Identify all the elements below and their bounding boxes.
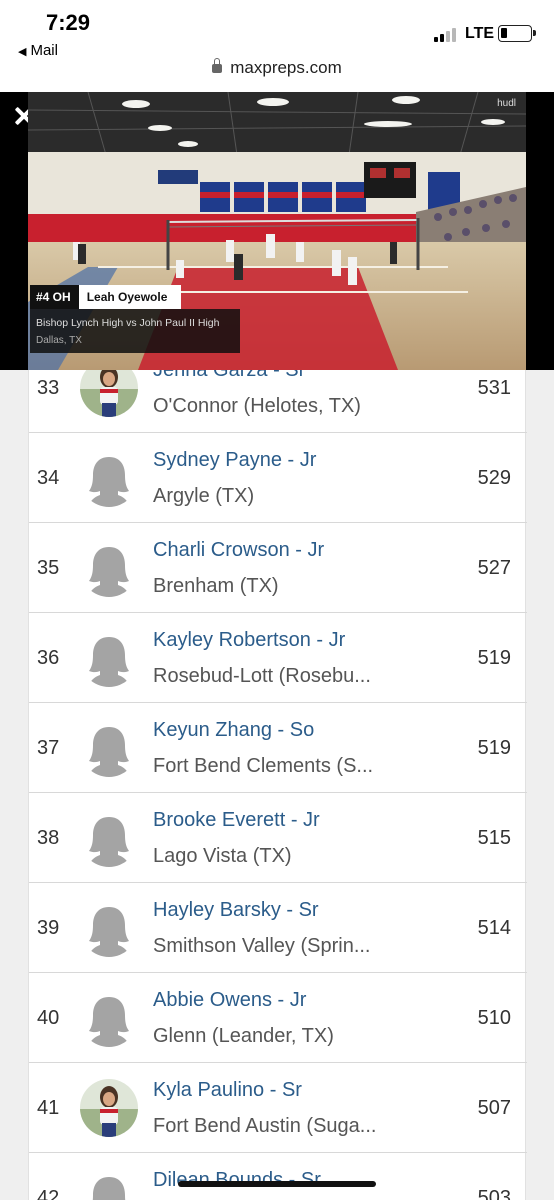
school-name: Brenham (TX) [153,575,279,597]
points-value: 510 [477,1007,511,1029]
ranking-row[interactable]: 35 Charli Crowson - Jr Brenham (TX) 527 [29,523,527,613]
silhouette-avatar-icon[interactable] [80,629,138,687]
school-name: Fort Bend Austin (Suga... [153,1115,377,1137]
rank-number: 35 [37,557,60,579]
signal-strength-icon [434,28,460,42]
silhouette-avatar-icon[interactable] [80,809,138,867]
matchup-title: Bishop Lynch High vs John Paul II High [36,317,220,329]
points-value: 527 [477,557,511,579]
rank-number: 36 [37,647,60,669]
silhouette-avatar-icon[interactable] [80,899,138,957]
rank-number: 37 [37,737,60,759]
player-name-link[interactable]: Brooke Everett - Jr [153,809,320,832]
player-number: #4 OH [30,285,79,309]
rank-number: 39 [37,917,60,939]
url-text: maxpreps.com [230,58,342,77]
rank-number: 38 [37,827,60,849]
ranking-row[interactable]: 34 Sydney Payne - Jr Argyle (TX) 529 [29,433,527,523]
rank-number: 40 [37,1007,60,1029]
player-name-link[interactable]: Keyun Zhang - So [153,719,314,742]
ranking-row[interactable]: 33 Jenna Garza - Sr O'Connor (Helotes, TX)… [29,370,527,433]
school-name: Argyle (TX) [153,485,255,507]
points-value: 507 [477,1097,511,1119]
points-value: 531 [477,377,511,399]
matchup-box: Bishop Lynch High vs John Paul II High D… [30,309,240,353]
player-name-link[interactable]: Abbie Owens - Jr [153,989,306,1012]
rank-number: 34 [37,467,60,489]
network-type: LTE [465,25,495,42]
points-value: 515 [477,827,511,849]
video-player[interactable]: hudl #4 OH Leah Oyewole Bishop Lynch Hig… [0,92,554,370]
silhouette-avatar-icon[interactable] [80,449,138,507]
lock-icon [212,58,223,73]
back-to-mail-button[interactable]: ◀ Mail [18,42,58,59]
video-frame: hudl #4 OH Leah Oyewole Bishop Lynch Hig… [28,92,526,370]
school-name: Rosebud-Lott (Rosebu... [153,665,371,687]
player-name: Leah Oyewole [78,285,182,309]
silhouette-avatar-icon[interactable] [80,1169,138,1200]
points-value: 514 [477,917,511,939]
clock: 7:29 [46,10,91,35]
school-name: O'Connor (Helotes, TX) [153,395,361,417]
player-name-link[interactable]: Jenna Garza - Sr [153,370,305,382]
rankings-card: 33 Jenna Garza - Sr O'Connor (Helotes, TX)… [28,370,527,1200]
school-name: Smithson Valley (Sprin... [153,935,371,957]
address-bar[interactable]: maxpreps.com [0,58,554,78]
rank-number: 41 [37,1097,60,1119]
ranking-row[interactable]: 40 Abbie Owens - Jr Glenn (Leander, TX) 510 [29,973,527,1063]
points-value: 529 [477,467,511,489]
ranking-row[interactable]: 41 Kyla Paulino - Sr Fort Bend Austin (Sug… [29,1063,527,1153]
player-name-link[interactable]: Kyla Paulino - Sr [153,1079,302,1102]
school-name: Glenn (Leander, TX) [153,1025,334,1047]
back-triangle-icon: ◀ [18,46,27,58]
ranking-row[interactable]: 36 Kayley Robertson - Jr Rosebud-Lott (Ros… [29,613,527,703]
player-name-link[interactable]: Hayley Barsky - Sr [153,899,319,922]
school-name: Fort Bend Clements (S... [153,755,374,777]
battery-icon [498,25,536,42]
matchup-location: Dallas, TX [36,335,82,346]
rank-number: 33 [37,377,60,399]
points-value: 519 [477,737,511,759]
hudl-watermark: hudl [497,98,516,109]
status-bar: 7:29 ◀ Mail LTE maxpreps.com [0,0,554,92]
rankings-scroll-area[interactable]: 33 Jenna Garza - Sr O'Connor (Helotes, TX)… [0,370,554,1200]
rank-number: 42 [37,1187,60,1200]
points-value: 519 [477,647,511,669]
points-value: 503 [477,1187,511,1200]
silhouette-avatar-icon[interactable] [80,539,138,597]
player-name-link[interactable]: Kayley Robertson - Jr [153,629,345,652]
back-app-label: Mail [30,42,58,59]
ranking-row[interactable]: 38 Brooke Everett - Jr Lago Vista (TX) 515 [29,793,527,883]
player-lower-third: #4 OH Leah Oyewole [30,285,182,309]
silhouette-avatar-icon[interactable] [80,719,138,777]
player-photo[interactable] [80,1079,138,1137]
school-name: Lago Vista (TX) [153,845,292,867]
silhouette-avatar-icon[interactable] [80,989,138,1047]
player-name-link[interactable]: Sydney Payne - Jr [153,449,316,472]
ranking-row[interactable]: 42 Dilean Bounds - Sr 503 [29,1153,527,1200]
player-photo[interactable] [80,370,138,417]
player-name-link[interactable]: Charli Crowson - Jr [153,539,324,562]
home-indicator[interactable] [178,1181,376,1187]
ranking-row[interactable]: 39 Hayley Barsky - Sr Smithson Valley (Spr… [29,883,527,973]
ranking-row[interactable]: 37 Keyun Zhang - So Fort Bend Clements (S.… [29,703,527,793]
